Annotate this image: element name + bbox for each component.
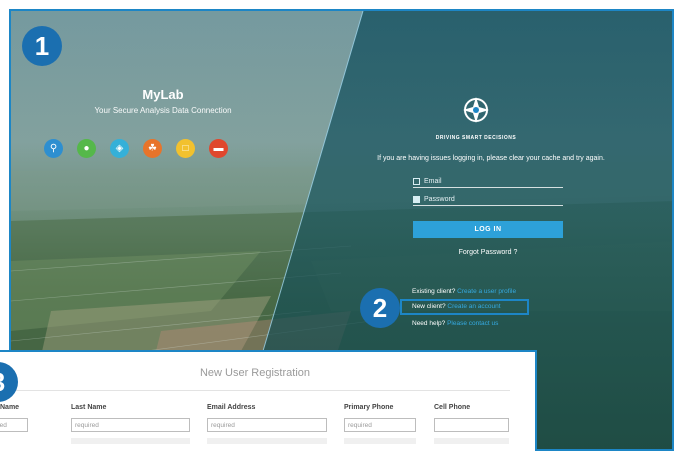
last-name-input[interactable]: required (71, 418, 190, 432)
create-account-highlight (400, 299, 529, 315)
login-button[interactable]: LOG IN (413, 221, 563, 238)
first-name-label: Name (0, 404, 20, 411)
cell-phone-input[interactable] (434, 418, 509, 432)
email-address-label: Email Address (207, 404, 256, 411)
lock-icon (413, 196, 420, 203)
first-name-input[interactable]: ired (0, 418, 28, 432)
panel-divider (10, 390, 510, 391)
need-help-text: Need help? (412, 320, 446, 327)
email-placeholder: Email (424, 178, 442, 185)
email-address-input[interactable]: required (207, 418, 327, 432)
cache-notice: If you are having issues logging in, ple… (377, 155, 605, 162)
email-field[interactable]: Email (413, 178, 563, 188)
forgot-password-link[interactable]: Forgot Password ? (413, 249, 563, 256)
form-row-2-hint (207, 438, 327, 444)
bone-icon[interactable]: ▬ (209, 139, 228, 158)
need-help-row: Need help? Please contact us (412, 320, 498, 327)
app-icon-row: ⚲ ● ◈ ☘ □ ▬ (44, 139, 228, 158)
brand-subtitle: Your Secure Analysis Data Connection (94, 106, 232, 115)
last-name-label: Last Name (71, 404, 107, 411)
step-badge-2: 2 (360, 288, 400, 328)
water-drop-icon[interactable]: ◈ (110, 139, 129, 158)
existing-client-row: Existing client? Create a user profile (412, 288, 516, 295)
password-placeholder: Password (424, 196, 455, 203)
registration-title: New User Registration (199, 367, 311, 379)
compass-logo-icon (463, 97, 489, 123)
primary-phone-label: Primary Phone (344, 404, 394, 411)
screenshot-frame: 1 MyLab Your Secure Analysis Data Connec… (0, 0, 684, 451)
cell-phone-label: Cell Phone (434, 404, 471, 411)
form-row-2-hint (344, 438, 416, 444)
contact-us-link[interactable]: Please contact us (447, 320, 498, 327)
plant-icon[interactable]: ☘ (143, 139, 162, 158)
form-row-2-hint (434, 438, 509, 444)
document-icon[interactable]: □ (176, 139, 195, 158)
leaf-icon[interactable]: ● (77, 139, 96, 158)
primary-phone-input[interactable]: required (344, 418, 416, 432)
password-field[interactable]: Password (413, 196, 563, 206)
microscope-icon[interactable]: ⚲ (44, 139, 63, 158)
step-badge-1: 1 (22, 26, 62, 66)
email-icon (413, 178, 420, 185)
brand-name: MyLab (142, 87, 184, 102)
brand-tagline: DRIVING SMART DECISIONS (435, 135, 517, 141)
create-user-profile-link[interactable]: Create a user profile (457, 288, 516, 295)
form-row-2-hint (71, 438, 190, 444)
existing-client-text: Existing client? (412, 288, 456, 295)
registration-panel: New User Registration Name ired Last Nam… (0, 350, 537, 451)
brand-block: MyLab Your Secure Analysis Data Connecti… (63, 87, 263, 115)
